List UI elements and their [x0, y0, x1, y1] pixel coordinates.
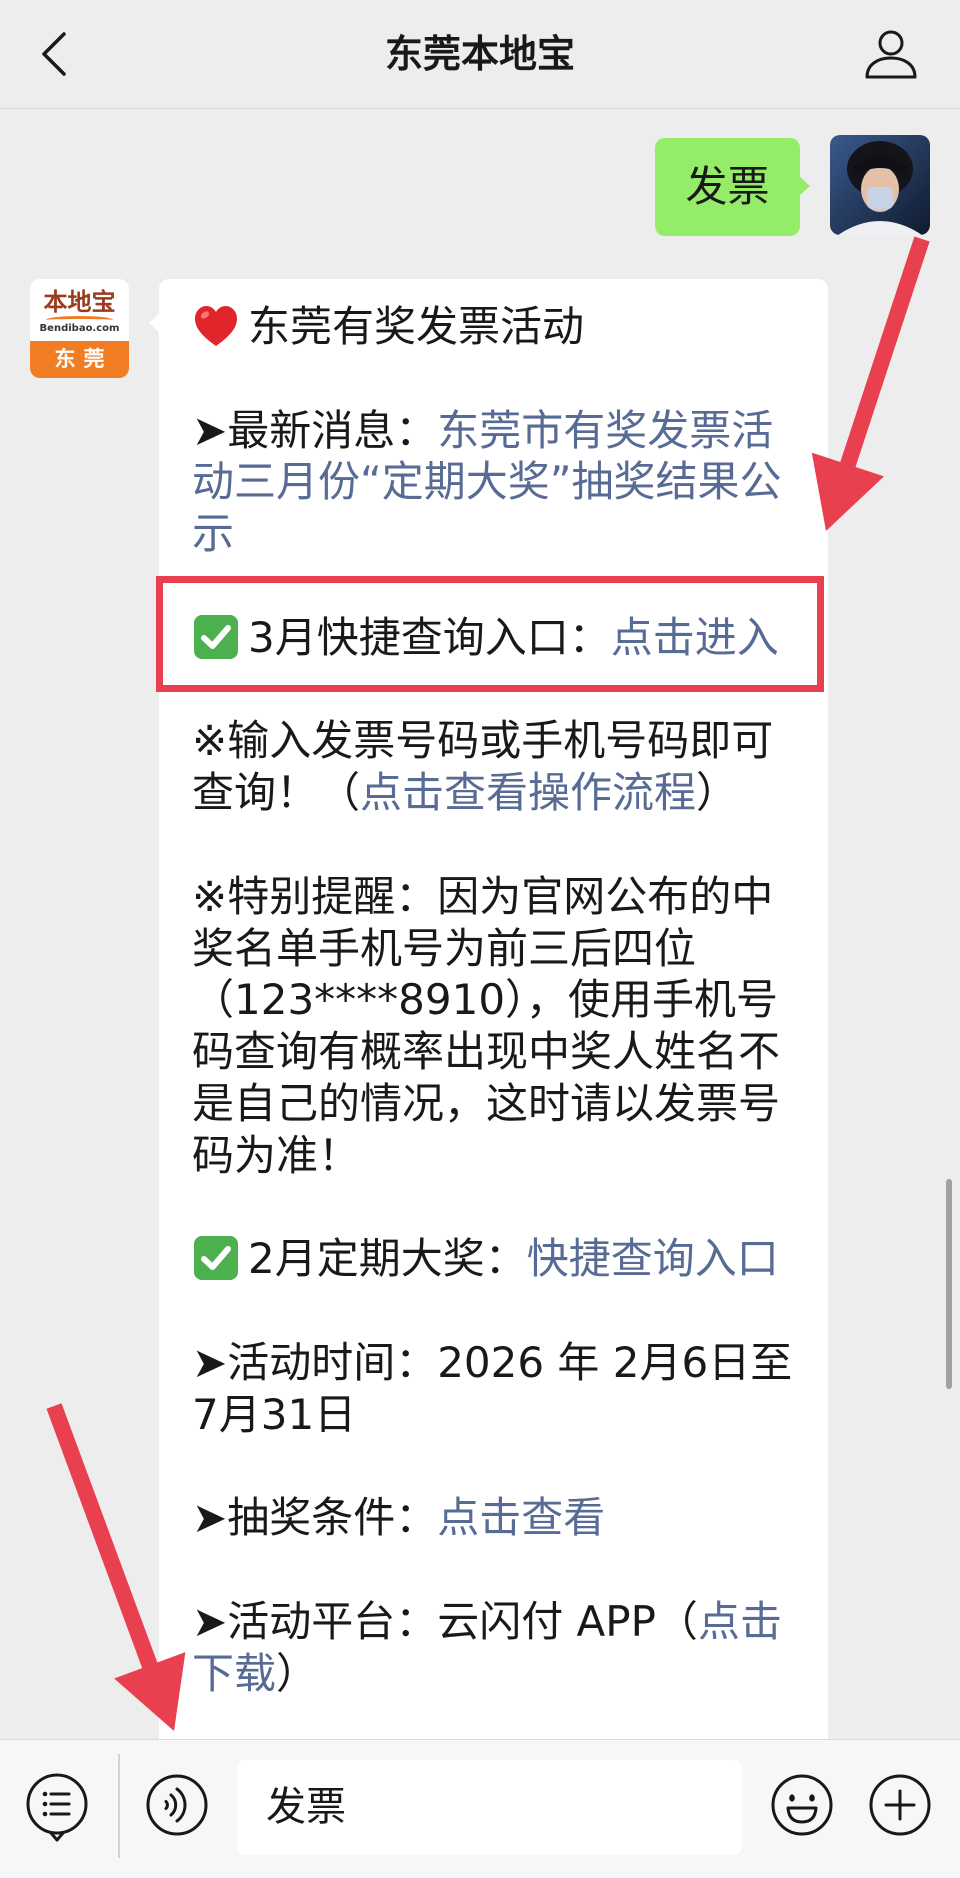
- feb-prize-link[interactable]: 快捷查询入口: [527, 1234, 779, 1283]
- reminder-text: 是自己的情况，这时请以发票号: [192, 1078, 781, 1128]
- emoji-icon: [771, 1774, 833, 1836]
- download-link[interactable]: 点击: [698, 1597, 782, 1646]
- input-tip-text: 查询！（: [192, 768, 361, 818]
- activity-time-text: 7月31日: [192, 1389, 357, 1439]
- download-link[interactable]: 下载: [192, 1649, 276, 1698]
- draw-conditions-paragraph: ➤抽奖条件：点击查看: [192, 1492, 808, 1544]
- text-line: 示: [192, 508, 808, 560]
- draw-conditions-label: ➤抽奖条件：: [192, 1493, 438, 1543]
- draw-conditions-link[interactable]: 点击查看: [437, 1493, 605, 1542]
- activity-time-text: ➤活动时间：2026 年 2月6日至: [192, 1337, 793, 1387]
- platform-paragraph: ➤活动平台：云闪付 APP（点击 下载）: [192, 1596, 808, 1700]
- logo-city-text: 东莞: [30, 341, 129, 378]
- user-message-text: 发票: [685, 162, 770, 211]
- more-actions-button[interactable]: [867, 1772, 933, 1838]
- text-line: 码为准！: [192, 1130, 808, 1182]
- logo-domain-text: Bendibao.com: [39, 323, 120, 334]
- text-line: 查询！（点击查看操作流程）: [192, 767, 808, 819]
- user-avatar-image: [830, 135, 930, 235]
- menu-toggle-button[interactable]: [24, 1771, 90, 1843]
- latest-news-link[interactable]: 示: [192, 509, 234, 558]
- text-line: 7月31日: [192, 1389, 808, 1441]
- bendibao-logo: 本地宝 Bendibao.com: [30, 279, 129, 341]
- latest-news-link[interactable]: 动三月份“定期大奖”抽奖结果公: [192, 457, 782, 506]
- chat-header: 东莞本地宝: [0, 0, 960, 109]
- operation-guide-link[interactable]: 点击查看操作流程: [360, 768, 696, 817]
- platform-label: ➤活动平台：云闪付 APP（: [192, 1596, 698, 1646]
- check-icon: [192, 1234, 240, 1282]
- activity-time-paragraph: ➤活动时间：2026 年 2月6日至 7月31日: [192, 1337, 808, 1441]
- scrollbar-thumb[interactable]: [946, 1179, 952, 1389]
- latest-news-paragraph: ➤最新消息：东莞市有奖发票活 动三月份“定期大奖”抽奖结果公 示: [192, 405, 808, 560]
- input-bar-divider: [118, 1754, 120, 1858]
- latest-news-label: ➤最新消息：: [192, 405, 438, 455]
- text-line: ➤活动平台：云闪付 APP（点击: [192, 1596, 808, 1648]
- text-line: ➤最新消息：东莞市有奖发票活: [192, 405, 808, 457]
- text-line: ※输入发票号码或手机号码即可: [192, 715, 808, 767]
- plus-icon: [869, 1774, 931, 1836]
- platform-suffix: ）: [276, 1648, 319, 1698]
- emoji-button[interactable]: [769, 1772, 835, 1838]
- input-bar: 发票: [0, 1739, 960, 1878]
- text-line: 奖名单手机号为前三后四位: [192, 923, 808, 975]
- reminder-paragraph: ※特别提醒：因为官网公布的中 奖名单手机号为前三后四位 （123****8910…: [192, 871, 808, 1182]
- bot-avatar[interactable]: 本地宝 Bendibao.com 东莞: [30, 279, 129, 378]
- text-line: ➤活动时间：2026 年 2月6日至: [192, 1337, 808, 1389]
- logo-brand-text: 本地宝: [43, 288, 116, 316]
- text-line: 2月定期大奖：快捷查询入口: [192, 1233, 808, 1285]
- feb-prize-label: 2月定期大奖：: [248, 1234, 527, 1284]
- input-tip-suffix: ）: [696, 768, 739, 818]
- input-tip-paragraph: ※输入发票号码或手机号码即可 查询！（点击查看操作流程）: [192, 715, 808, 819]
- reminder-text: 奖名单手机号为前三后四位: [192, 923, 697, 973]
- voice-button[interactable]: [144, 1772, 210, 1838]
- back-button[interactable]: [34, 26, 74, 82]
- chat-title: 东莞本地宝: [384, 32, 575, 76]
- text-line: 东莞有奖发票活动: [192, 301, 808, 353]
- text-line: 下载）: [192, 1648, 808, 1700]
- text-line: （123****8910），使用手机号: [192, 974, 808, 1026]
- input-tip-text: ※输入发票号码或手机号码即可: [192, 716, 774, 766]
- person-icon: [865, 30, 917, 79]
- text-line: ➤抽奖条件：点击查看: [192, 1492, 808, 1544]
- message-input[interactable]: 发票: [237, 1760, 742, 1855]
- message-input-text: 发票: [266, 1784, 346, 1830]
- feb-prize-paragraph: 2月定期大奖：快捷查询入口: [192, 1233, 808, 1285]
- latest-news-link[interactable]: 东莞市有奖发票活: [437, 406, 773, 455]
- user-message-bubble[interactable]: 发票: [655, 138, 810, 236]
- bot-message-bubble[interactable]: 东莞有奖发票活动 ➤最新消息：东莞市有奖发票活 动三月份“定期大奖”抽奖结果公 …: [149, 279, 828, 1739]
- message-title-paragraph: 东莞有奖发票活动: [192, 301, 808, 353]
- text-line: 码查询有概率出现中奖人姓名不: [192, 1026, 808, 1078]
- reminder-text: 码查询有概率出现中奖人姓名不: [192, 1027, 781, 1077]
- chevron-left-icon: [42, 32, 66, 76]
- text-line: ※特别提醒：因为官网公布的中: [192, 871, 808, 923]
- heart-icon: [192, 302, 240, 350]
- user-avatar[interactable]: [830, 135, 930, 235]
- reminder-text: ※特别提醒：因为官网公布的中: [192, 871, 774, 921]
- highlight-annotation-box: [156, 576, 824, 692]
- menu-list-icon: [26, 1773, 88, 1842]
- reminder-text: （123****8910），使用手机号: [192, 975, 779, 1025]
- text-line: 动三月份“定期大奖”抽奖结果公: [192, 456, 808, 508]
- text-line: 是自己的情况，这时请以发票号: [192, 1078, 808, 1130]
- message-title-text: 东莞有奖发票活动: [248, 302, 585, 351]
- chat-info-button[interactable]: [862, 27, 920, 81]
- voice-icon: [146, 1774, 208, 1836]
- chat-screen: 东莞本地宝 发票 本地宝 Bendibao.com 东莞 东莞有奖发票活动 ➤最…: [0, 0, 960, 1878]
- message-list[interactable]: 发票 本地宝 Bendibao.com 东莞 东莞有奖发票活动 ➤最新消息：东莞…: [0, 109, 960, 1739]
- reminder-text: 码为准！: [192, 1130, 361, 1180]
